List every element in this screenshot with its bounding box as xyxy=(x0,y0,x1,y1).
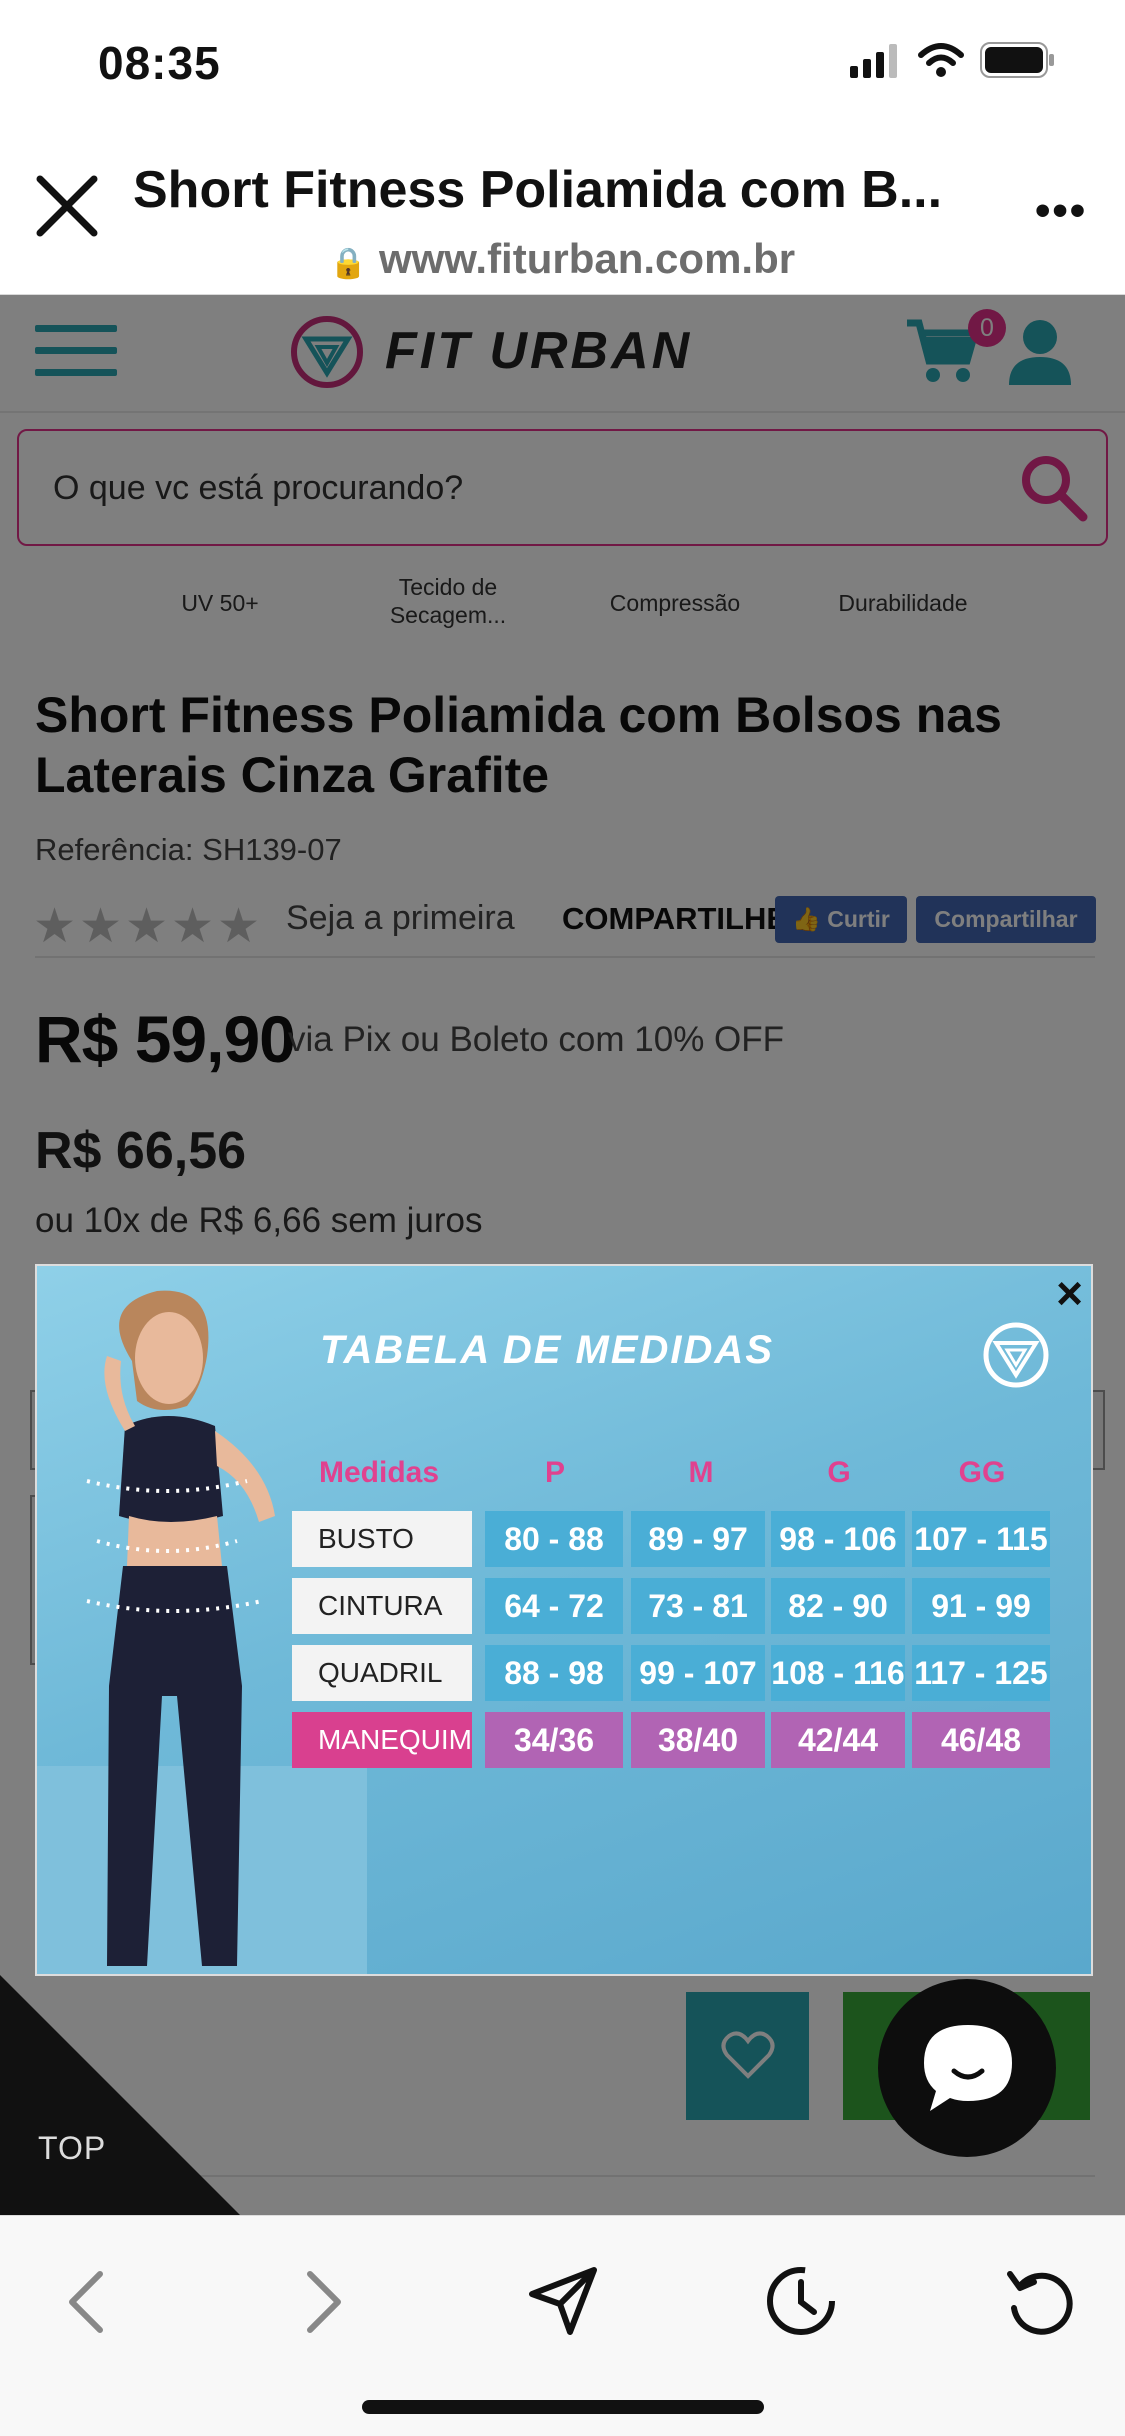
table-cell: 80 - 88 xyxy=(485,1511,623,1567)
table-cell: 89 - 97 xyxy=(631,1511,765,1567)
status-time: 08:35 xyxy=(98,37,221,89)
table-cell: 107 - 115 xyxy=(912,1511,1050,1567)
back-icon[interactable] xyxy=(60,2269,110,2335)
row-label-quadril: QUADRIL xyxy=(292,1645,472,1701)
table-cell: 117 - 125 xyxy=(912,1645,1050,1701)
table-cell: 98 - 106 xyxy=(771,1511,905,1567)
table-cell: 42/44 xyxy=(771,1712,905,1768)
home-indicator[interactable] xyxy=(362,2400,764,2414)
modal-close-button[interactable]: × xyxy=(1056,1270,1083,1316)
row-label-busto: BUSTO xyxy=(292,1511,472,1567)
size-header-gg: GG xyxy=(958,1456,1006,1489)
signal-icon xyxy=(850,44,897,78)
measures-header: Medidas xyxy=(319,1456,440,1489)
size-chart-title: TABELA DE MEDIDAS xyxy=(320,1328,774,1372)
table-cell: 91 - 99 xyxy=(912,1578,1050,1634)
reload-icon[interactable] xyxy=(1004,2264,1078,2338)
battery-icon xyxy=(980,42,1054,78)
lock-icon: 🔒 xyxy=(329,247,368,280)
forward-icon[interactable] xyxy=(300,2269,350,2335)
size-header-p: P xyxy=(544,1456,565,1489)
table-cell: 73 - 81 xyxy=(631,1578,765,1634)
table-cell: 108 - 116 xyxy=(771,1645,905,1701)
brand-logo-icon xyxy=(983,1322,1049,1388)
table-cell: 46/48 xyxy=(912,1712,1050,1768)
close-icon[interactable] xyxy=(36,175,98,237)
url-bar[interactable]: 🔒 www.fiturban.com.br xyxy=(0,235,1125,283)
chat-bubble-icon xyxy=(924,2025,1012,2111)
table-cell: 88 - 98 xyxy=(485,1645,623,1701)
page-title: Short Fitness Poliamida com B... xyxy=(133,161,943,219)
browser-header: Short Fitness Poliamida com B... ••• 🔒 w… xyxy=(0,130,1125,295)
table-cell: 82 - 90 xyxy=(771,1578,905,1634)
history-icon[interactable] xyxy=(764,2264,838,2338)
table-cell: 99 - 107 xyxy=(631,1645,765,1701)
row-label-manequim: MANEQUIM xyxy=(292,1712,472,1768)
size-header-g: G xyxy=(827,1456,851,1489)
table-cell: 38/40 xyxy=(631,1712,765,1768)
table-cell: 64 - 72 xyxy=(485,1578,623,1634)
send-icon[interactable] xyxy=(528,2266,598,2336)
row-label-cintura: CINTURA xyxy=(292,1578,472,1634)
url-text: www.fiturban.com.br xyxy=(378,235,796,282)
back-to-top-label[interactable]: TOP xyxy=(38,2130,106,2167)
chat-button[interactable] xyxy=(878,1979,1056,2157)
status-bar: 08:35 xyxy=(0,0,1125,130)
more-icon[interactable]: ••• xyxy=(1035,186,1087,236)
size-header-m: M xyxy=(688,1456,714,1489)
table-cell: 34/36 xyxy=(485,1712,623,1768)
wifi-icon xyxy=(918,43,964,77)
size-chart-modal: × TABELA DE MEDIDAS Medidas P M G GG BUS… xyxy=(35,1264,1093,1976)
